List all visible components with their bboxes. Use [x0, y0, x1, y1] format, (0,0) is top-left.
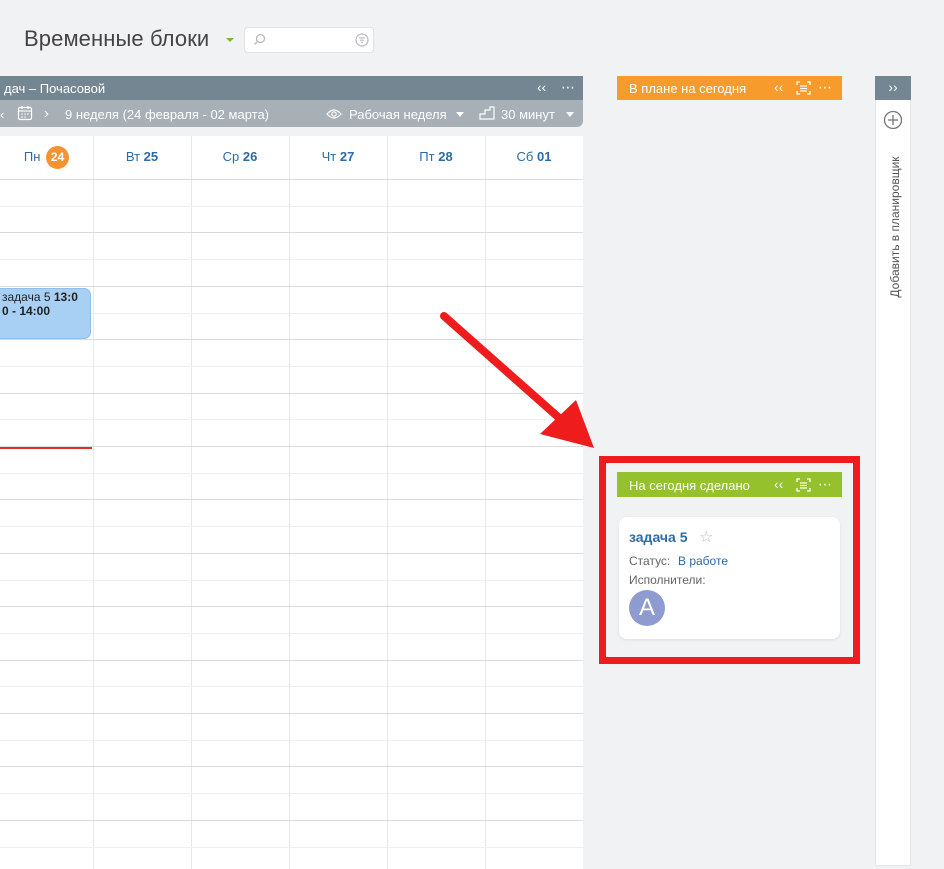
- day-number: 27: [339, 149, 355, 164]
- current-time-line: [0, 447, 92, 449]
- today-badge: 24: [46, 146, 70, 170]
- day-name: Вт: [125, 149, 141, 164]
- calendar-picker-icon[interactable]: [17, 105, 33, 121]
- chevron-down-icon: [566, 112, 574, 117]
- search-icon: [254, 33, 266, 45]
- add-to-planner-button[interactable]: Добавить в планировщик: [874, 140, 910, 315]
- grid-line: [0, 499, 583, 500]
- grid-line: [0, 473, 583, 474]
- add-circle-icon[interactable]: [883, 110, 903, 130]
- calendar-toolbar: ‹ › 9 неделя (24 февраля - 02 марта) Раб…: [0, 100, 583, 127]
- annotation-arrow-icon: [440, 312, 594, 448]
- day-header-wed[interactable]: Ср 26: [191, 136, 289, 178]
- filter-icon[interactable]: [355, 33, 369, 47]
- week-label[interactable]: 9 неделя (24 февраля - 02 марта): [65, 107, 269, 122]
- grid-line: [0, 286, 583, 287]
- grid-line: [0, 713, 583, 714]
- plan-today-header: В плане на сегодня ‹‹ ⋯: [617, 76, 842, 100]
- grid-line: [0, 206, 583, 207]
- plan-today-title: В плане на сегодня: [629, 81, 747, 96]
- step-dropdown[interactable]: 30 минут: [501, 107, 555, 122]
- grid-line: [0, 606, 583, 607]
- day-name: Пт: [419, 149, 435, 164]
- day-name: Ср: [222, 149, 240, 164]
- grid-line: [0, 847, 583, 848]
- select-all-icon[interactable]: [796, 81, 811, 95]
- day-number: 25: [143, 149, 159, 164]
- chevron-down-icon: [456, 112, 464, 117]
- event-time-start: 13:0: [53, 290, 78, 304]
- day-divider: [289, 136, 290, 869]
- grid-line: [0, 179, 583, 180]
- next-week-chevron-icon[interactable]: ›: [44, 105, 49, 122]
- more-options-icon[interactable]: ⋯: [561, 76, 575, 100]
- day-header-thu[interactable]: Чт 27: [289, 136, 387, 178]
- grid-line: [0, 526, 583, 527]
- grid-line: [0, 633, 583, 634]
- day-divider: [387, 136, 388, 869]
- day-header-mon[interactable]: Пн 24: [0, 136, 93, 178]
- grid-line: [0, 740, 583, 741]
- event-title: задача 5: [2, 290, 54, 304]
- grid-line: [0, 232, 583, 233]
- prev-week-chevron-icon[interactable]: ‹: [0, 107, 4, 122]
- collapse-double-chevron-left-icon[interactable]: ‹‹: [774, 78, 783, 96]
- grid-line: [0, 553, 583, 554]
- day-number: 01: [537, 149, 552, 164]
- highlight-box: [599, 456, 860, 664]
- day-header-sat[interactable]: Сб 01: [485, 136, 583, 178]
- search-input[interactable]: [244, 27, 374, 53]
- expand-double-chevron-right-icon[interactable]: ››: [875, 76, 911, 100]
- grid-line: [0, 820, 583, 821]
- calendar-event[interactable]: задача 5 13:0 0 - 14:00: [0, 288, 91, 339]
- day-number: 26: [242, 149, 258, 164]
- grid-line: [0, 259, 583, 260]
- day-divider: [93, 136, 94, 869]
- day-header-tue[interactable]: Вт 25: [93, 136, 191, 178]
- day-header-fri[interactable]: Пт 28: [387, 136, 485, 178]
- grid-line: [0, 686, 583, 687]
- event-time-range: 0 - 14:00: [2, 304, 51, 318]
- grid-line: [0, 660, 583, 661]
- calendar-title: дач – Почасовой: [4, 81, 106, 96]
- day-divider: [485, 136, 486, 869]
- calendar-grid[interactable]: Пн 24 Вт 25 Ср 26 Чт 27 Пт 28 Сб 01 зада…: [0, 136, 583, 869]
- calendar-header: дач – Почасовой ‹‹ ⋯: [0, 76, 583, 100]
- day-number: 28: [438, 149, 453, 164]
- page-title: Временные блоки: [24, 26, 210, 51]
- title-dropdown-caret-icon[interactable]: [226, 38, 234, 42]
- day-name: Сб: [516, 149, 534, 164]
- grid-line: [0, 793, 583, 794]
- grid-line: [0, 766, 583, 767]
- more-options-icon[interactable]: ⋯: [818, 78, 832, 96]
- day-name: Пн: [23, 149, 41, 164]
- eye-icon: [326, 109, 342, 119]
- add-to-planner-label: Добавить в планировщик: [888, 156, 902, 298]
- view-mode-dropdown[interactable]: Рабочая неделя: [349, 107, 447, 122]
- step-icon: [479, 106, 495, 120]
- day-divider: [191, 136, 192, 869]
- collapse-double-chevron-left-icon[interactable]: ‹‹: [537, 76, 546, 100]
- day-name: Чт: [321, 149, 337, 164]
- grid-line: [0, 580, 583, 581]
